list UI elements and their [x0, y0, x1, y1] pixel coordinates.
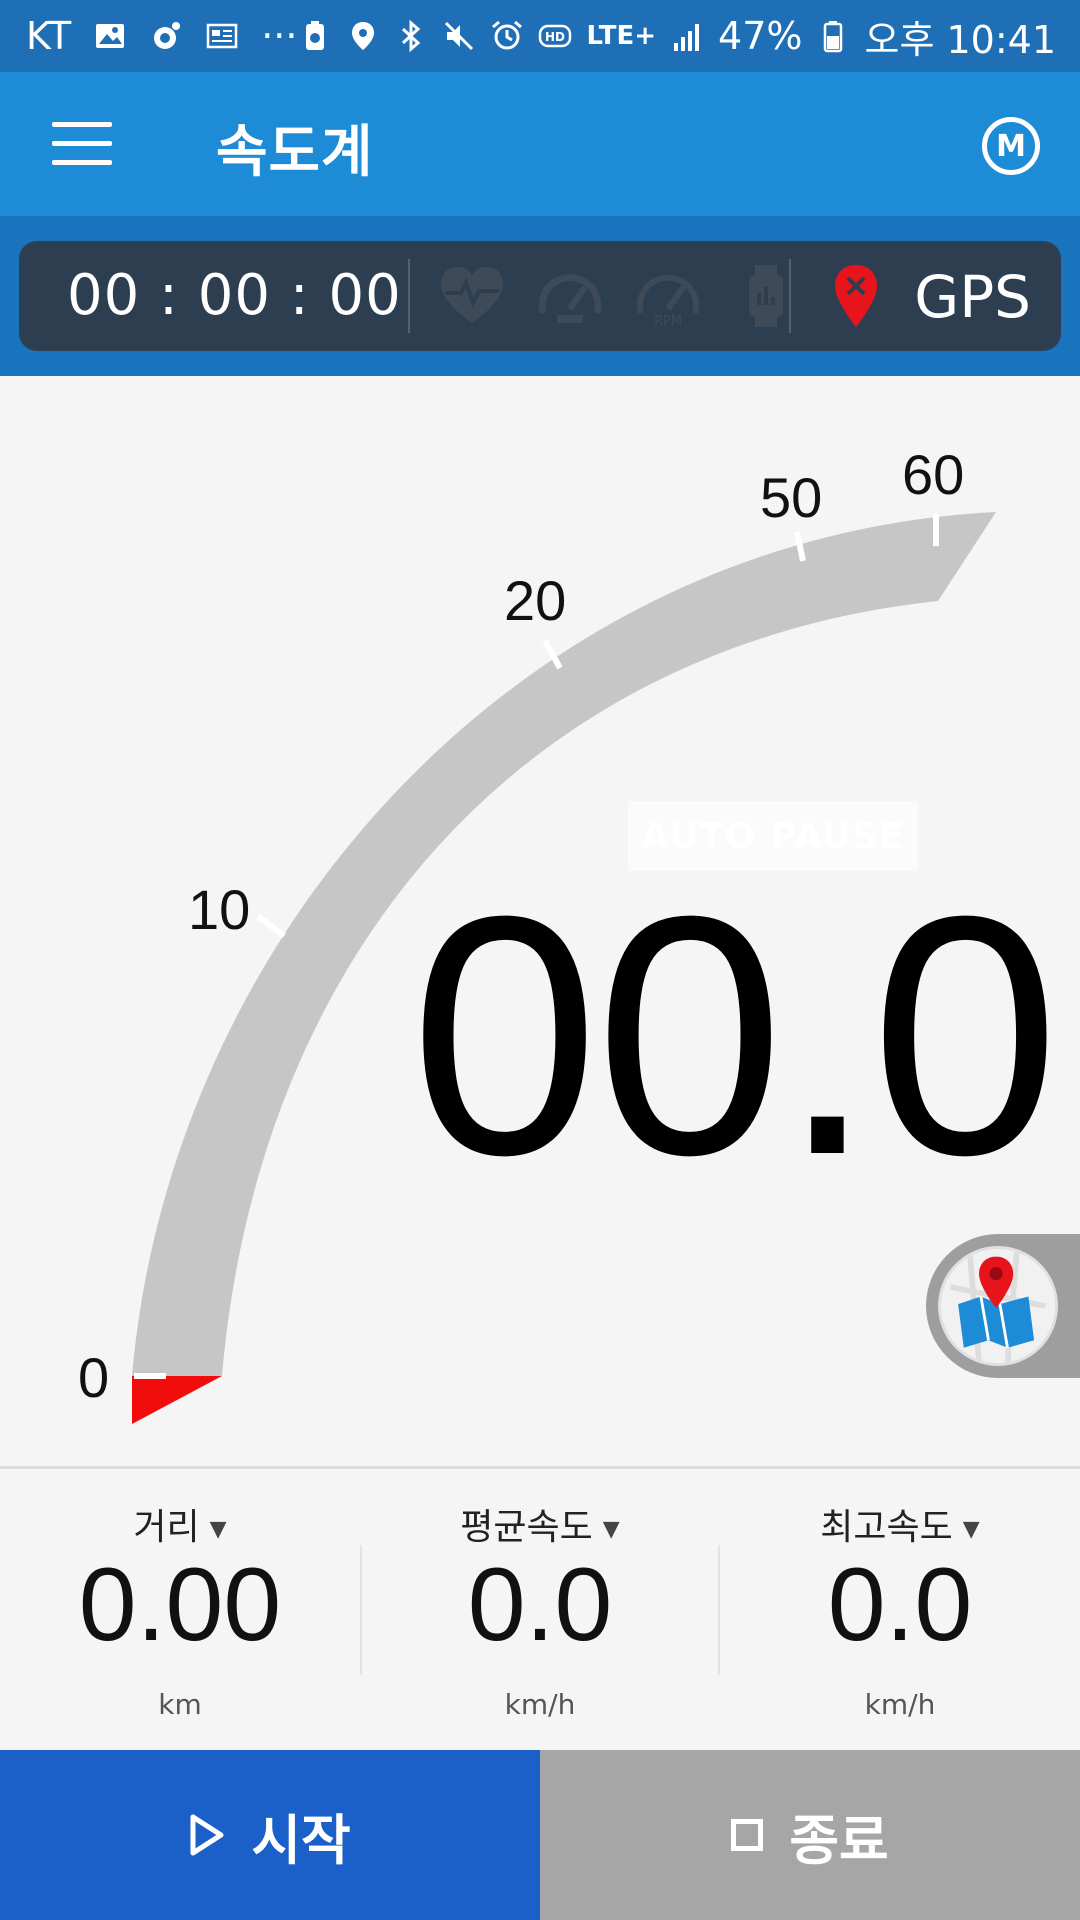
stat-label: 거리	[133, 1507, 200, 1548]
heart-rate-icon[interactable]	[437, 263, 507, 329]
hamburger-menu-icon[interactable]	[52, 122, 112, 168]
m-logo-text: M	[996, 128, 1026, 164]
bottom-bar: 시작 종료	[0, 1750, 1080, 1920]
app-bar: 속도계 M	[0, 72, 1080, 216]
stat-distance[interactable]: 거리 ▼ 0.00 km	[0, 1470, 360, 1750]
mute-icon	[445, 21, 474, 51]
dropdown-arrow-icon[interactable]: ▼	[210, 1517, 227, 1542]
speed-needle	[132, 1376, 222, 1424]
stop-icon	[731, 1819, 764, 1851]
stat-value: 0.0	[467, 1547, 613, 1663]
svg-text:HD: HD	[545, 30, 565, 44]
gallery-icon	[96, 24, 125, 48]
gps-label: GPS	[914, 263, 1031, 331]
gauge-tick-label: 0	[78, 1346, 109, 1409]
sensor-icons: RPM	[437, 263, 801, 329]
bluetooth-icon	[402, 19, 421, 53]
carrier-label: KT	[26, 14, 72, 58]
stop-label: 종료	[789, 1808, 889, 1872]
divider	[789, 259, 791, 333]
gauge-tick-label: 60	[902, 443, 964, 506]
network-type: LTE+	[586, 21, 657, 51]
gauge-tick-label: 50	[760, 466, 822, 529]
start-button[interactable]: 시작	[0, 1750, 540, 1920]
overflow-indicator: ···	[261, 14, 298, 58]
alarm-icon	[492, 20, 523, 50]
battery-icon	[824, 21, 843, 53]
stat-label: 평균속도	[460, 1507, 593, 1548]
signal-icon	[674, 24, 700, 51]
stat-value: 0.00	[78, 1547, 282, 1663]
rpm-icon[interactable]: RPM	[633, 263, 703, 329]
stat-unit: km	[158, 1688, 202, 1721]
dropdown-arrow-icon[interactable]: ▼	[603, 1517, 620, 1542]
speedometer-area: 0 10 20 50 60 AUTO PAUSE 00.0	[0, 376, 1080, 1466]
stat-label: 최고속도	[820, 1507, 953, 1548]
divider	[408, 259, 410, 333]
news-icon	[206, 23, 238, 49]
current-speed: 00.0	[410, 846, 1060, 1226]
info-strip: 00 : 00 : 00 RPM GPS	[0, 216, 1080, 376]
stat-label-row: 최고속도 ▼	[720, 1498, 1080, 1550]
status-bar: KT ··· HD LTE+ 47% 오후 10:41	[0, 0, 1080, 72]
elapsed-timer: 00 : 00 : 00	[67, 263, 402, 328]
gauge-tick-label: 10	[188, 878, 250, 941]
battery-saver-icon	[306, 21, 325, 50]
map-icon	[941, 1249, 1055, 1363]
stat-unit: km/h	[504, 1688, 576, 1721]
info-panel: 00 : 00 : 00 RPM GPS	[19, 241, 1061, 351]
stat-avg-speed[interactable]: 평균속도 ▼ 0.0 km/h	[360, 1470, 720, 1750]
location-icon	[352, 22, 375, 50]
gps-status-icon[interactable]	[831, 263, 881, 329]
stop-button[interactable]: 종료	[540, 1750, 1080, 1920]
battery-percent: 47%	[718, 14, 803, 58]
stats-panel: 거리 ▼ 0.00 km 평균속도 ▼ 0.0 km/h 최고속도 ▼ 0.0 km/…	[0, 1470, 1080, 1750]
camera-icon	[154, 22, 181, 49]
page-title: 속도계	[216, 120, 374, 185]
speedometer-icon[interactable]	[535, 263, 605, 329]
m-logo-icon[interactable]: M	[982, 117, 1040, 175]
gauge-tick-label: 20	[504, 569, 566, 632]
map-button[interactable]	[926, 1234, 1080, 1378]
start-label: 시작	[251, 1808, 351, 1872]
play-icon	[190, 1814, 224, 1856]
stat-value: 0.0	[827, 1547, 973, 1663]
clock: 오후 10:41	[864, 17, 1056, 62]
stat-label-row: 평균속도 ▼	[360, 1498, 720, 1550]
gauge-tick	[256, 913, 286, 939]
stat-max-speed[interactable]: 최고속도 ▼ 0.0 km/h	[720, 1470, 1080, 1750]
stat-unit: km/h	[864, 1688, 936, 1721]
dropdown-arrow-icon[interactable]: ▼	[963, 1517, 980, 1542]
hd-voice-icon: HD	[539, 24, 572, 48]
stats-divider	[0, 1466, 1080, 1469]
rpm-label: RPM	[654, 314, 682, 329]
stat-label-row: 거리 ▼	[0, 1498, 360, 1550]
